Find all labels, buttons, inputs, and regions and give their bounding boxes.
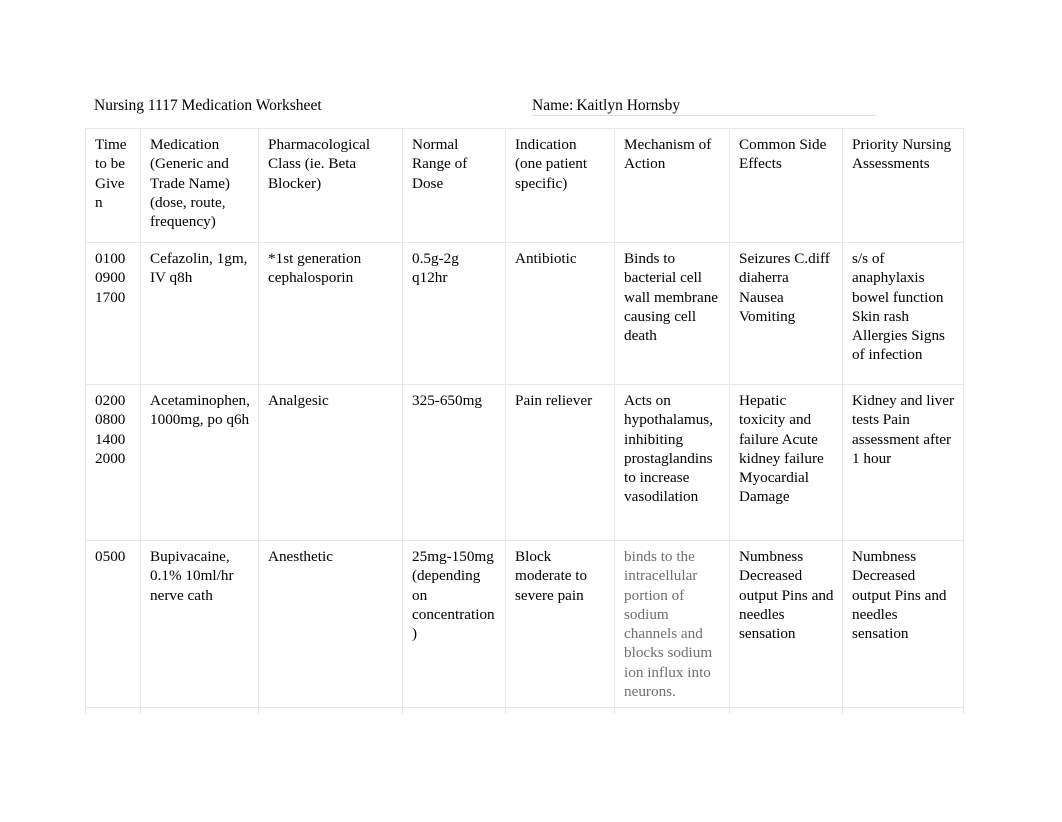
cell-time: 0200 0800 1400 2000: [85, 384, 141, 541]
cell-priority-nursing-assessments: s/s of anaphylaxis bowel function Skin r…: [842, 242, 964, 385]
cell-normal-dose-range: 25mg-150mg (depending on concentration): [402, 539, 506, 709]
medication-worksheet-table: Time to be Given Medication (Generic and…: [85, 128, 964, 714]
cell-common-side-effects: Seizures C.diff diaherra Nausea Vomiting: [729, 242, 843, 385]
cell-indication: Antibiotic: [505, 242, 615, 385]
column-header-mechanism-of-action: Mechanism of Action: [614, 128, 730, 243]
cell-normal-dose-range: 0.5g-2g q12hr: [402, 242, 506, 385]
cell-normal-dose-range: 325-650mg: [402, 384, 506, 541]
table-row: 0800 Prednisone, 5mg, PO daily Systemic …: [85, 707, 964, 714]
name-value: Kaitlyn Hornsby: [576, 97, 681, 114]
cell-mechanism-of-action: binds to the intracellular portion of so…: [614, 539, 730, 709]
cell-time: 0100 0900 1700: [85, 242, 141, 385]
cell-indication: Pain reliever: [505, 384, 615, 541]
name-label: Name:: [532, 97, 574, 114]
cell-medication: Bupivacaine, 0.1% 10ml/hr nerve cath: [140, 539, 259, 709]
table-row: 0200 0800 1400 2000 Acetaminophen, 1000m…: [85, 384, 964, 541]
cell-medication: Cefazolin, 1gm, IV q8h: [140, 242, 259, 385]
cell-normal-dose-range: 5-60mg/day: [402, 707, 506, 714]
table-row: 0100 0900 1700 Cefazolin, 1gm, IV q8h *1…: [85, 242, 964, 385]
cell-pharmacological-class: Systemic corticosteroids: [258, 707, 403, 714]
column-header-normal-dose-range: Normal Range of Dose: [402, 128, 506, 243]
column-header-medication: Medication (Generic and Trade Name) (dos…: [140, 128, 259, 243]
cell-time: 0500: [85, 539, 141, 709]
column-header-indication: Indication (one patient specific): [505, 128, 615, 243]
table-header-row: Time to be Given Medication (Generic and…: [85, 128, 964, 243]
column-header-common-side-effects: Common Side Effects: [729, 128, 843, 243]
cell-pharmacological-class: *1st generation cephalosporin: [258, 242, 403, 385]
document-page: Nursing 1117 Medication Worksheet Name: K…: [0, 0, 1062, 822]
table-row: 0500 Bupivacaine, 0.1% 10ml/hr nerve cat…: [85, 539, 964, 709]
cell-medication: Prednisone, 5mg, PO daily: [140, 707, 259, 714]
student-name-field: Name: Kaitlyn Hornsby: [532, 96, 680, 115]
name-field-rule: [532, 115, 876, 116]
cell-priority-nursing-assessments: Assess for signs of: [842, 707, 964, 714]
cell-common-side-effects: Numbness Decreased output Pins and needl…: [729, 539, 843, 709]
cell-pharmacological-class: Anesthetic: [258, 539, 403, 709]
column-header-time: Time to be Given: [85, 128, 141, 243]
cell-medication: Acetaminophen, 1000mg, po q6h: [140, 384, 259, 541]
cell-time: 0800: [85, 707, 141, 714]
cell-mechanism-of-action: Suppresses inflammation: [614, 707, 730, 714]
cell-common-side-effects: Hepatic toxicity and failure Acute kidne…: [729, 384, 843, 541]
column-header-pharmacological-class: Pharmacological Class (ie. Beta Blocker): [258, 128, 403, 243]
document-header: Nursing 1117 Medication Worksheet Name: K…: [94, 96, 964, 118]
cell-priority-nursing-assessments: Numbness Decreased output Pins and needl…: [842, 539, 964, 709]
cell-common-side-effects: Depression, euphoria,: [729, 707, 843, 714]
column-header-priority-nursing-assessments: Priority Nursing Assessments: [842, 128, 964, 243]
cell-mechanism-of-action: Binds to bacterial cell wall membrane ca…: [614, 242, 730, 385]
cell-mechanism-of-action: Acts on hypothalamus, inhibiting prostag…: [614, 384, 730, 541]
cell-indication: Block moderate to severe pain: [505, 539, 615, 709]
cell-priority-nursing-assessments: Kidney and liver tests Pain assessment a…: [842, 384, 964, 541]
cell-pharmacological-class: Analgesic: [258, 384, 403, 541]
page-title: Nursing 1117 Medication Worksheet: [94, 97, 322, 114]
cell-indication: Prevention of organ: [505, 707, 615, 714]
document-content-clip: Nursing 1117 Medication Worksheet Name: K…: [0, 0, 1062, 714]
